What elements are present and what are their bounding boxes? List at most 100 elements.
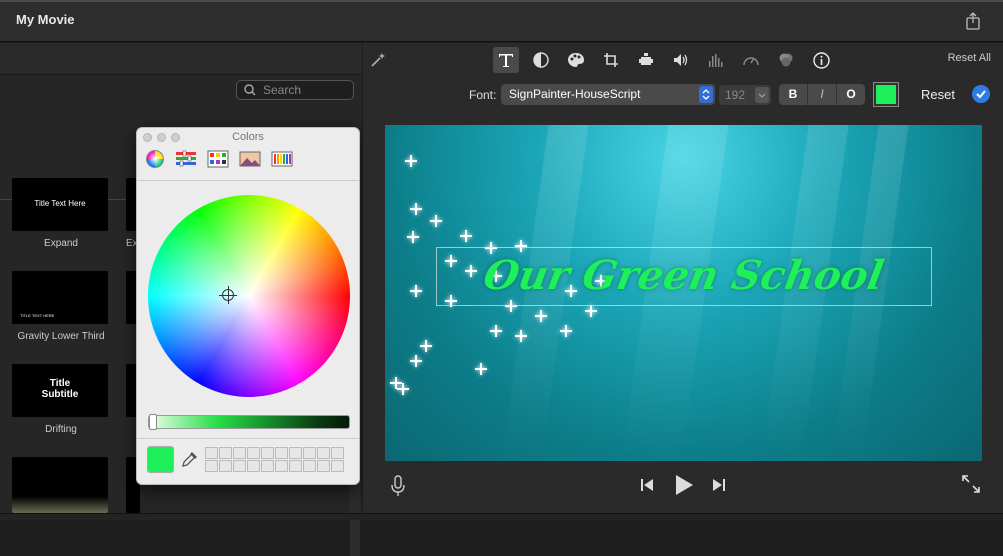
pencils-tab-icon[interactable] — [271, 149, 293, 169]
chevron-down-icon[interactable] — [755, 87, 769, 103]
swatch-slot[interactable] — [303, 447, 316, 459]
skip-back-icon[interactable] — [640, 478, 654, 492]
apply-checkmark-icon[interactable] — [972, 85, 990, 103]
sparkle — [490, 325, 502, 337]
sparkle — [410, 355, 422, 367]
sparkle — [560, 325, 572, 337]
brightness-slider-knob[interactable] — [149, 414, 157, 430]
filter-circles-icon — [779, 53, 793, 67]
clip-info-button[interactable] — [808, 47, 834, 73]
movie-title-text[interactable]: Our Green School — [385, 247, 982, 305]
text-color-well[interactable] — [873, 82, 899, 107]
sparkle — [430, 215, 442, 227]
swatch-slot[interactable] — [317, 447, 330, 459]
brightness-slider[interactable] — [148, 415, 350, 429]
image-palettes-tab-icon[interactable] — [239, 149, 261, 169]
colors-panel: Colors — [136, 127, 360, 485]
search-input[interactable]: Search — [236, 80, 354, 100]
current-color-swatch[interactable] — [147, 446, 174, 473]
swatch-slot[interactable] — [261, 447, 274, 459]
title-thumbnail-expand[interactable]: Title Text Here — [12, 178, 108, 231]
divider — [137, 180, 359, 181]
magic-wand-icon[interactable] — [369, 51, 387, 69]
swatch-slot[interactable] — [275, 460, 288, 472]
clip-filter-button[interactable] — [773, 47, 799, 73]
swatch-slot[interactable] — [219, 460, 232, 472]
sparkle — [515, 330, 527, 342]
crop-button[interactable] — [598, 47, 624, 73]
title-thumbnail-gravity-lower-third[interactable]: TITLE TEXT HERE — [12, 271, 108, 324]
window-title: My Movie — [16, 12, 75, 27]
play-icon[interactable] — [674, 474, 694, 496]
sparkle — [420, 340, 432, 352]
color-wheel-tab-icon[interactable] — [144, 149, 166, 169]
sparkle — [397, 383, 409, 395]
video-preview[interactable]: Our Green School — [385, 125, 982, 461]
chevron-updown-icon — [699, 86, 713, 103]
viewer-pane: Reset All Font: SignPainter-HouseScript … — [363, 43, 1003, 513]
outline-button[interactable]: O — [836, 84, 865, 105]
color-balance-button[interactable] — [528, 47, 554, 73]
color-picker-crosshair[interactable] — [219, 286, 237, 304]
title-thumbnail[interactable] — [12, 457, 108, 513]
video-camera-icon — [639, 53, 653, 65]
saved-swatches[interactable] — [205, 447, 344, 472]
swatch-slot[interactable] — [303, 460, 316, 472]
title-thumbnail-drifting[interactable]: Title Subtitle — [12, 364, 108, 417]
text-color-fill — [876, 85, 896, 104]
reset-all-button[interactable]: Reset All — [948, 52, 991, 64]
skip-forward-icon[interactable] — [712, 478, 726, 492]
font-size-field[interactable]: 192 — [719, 85, 771, 105]
swatch-slot[interactable] — [331, 447, 344, 459]
swatch-slot[interactable] — [219, 447, 232, 459]
swatch-slot[interactable] — [289, 460, 302, 472]
italic-button[interactable]: I — [807, 84, 836, 105]
font-label: Font: — [469, 88, 497, 102]
palette-icon — [568, 53, 584, 67]
sparkle — [405, 155, 417, 167]
stabilization-button[interactable] — [633, 47, 659, 73]
color-wheel[interactable] — [148, 195, 350, 397]
swatch-slot[interactable] — [289, 447, 302, 459]
reset-button[interactable]: Reset — [921, 87, 955, 102]
color-palettes-tab-icon[interactable] — [207, 149, 229, 169]
font-select[interactable]: SignPainter-HouseScript — [501, 84, 715, 105]
volume-button[interactable] — [668, 47, 694, 73]
adjustment-toolbar — [493, 47, 843, 73]
text-style-group: B I O — [779, 84, 865, 105]
timeline-edge — [0, 513, 1003, 520]
sparkle — [460, 230, 472, 242]
eyedropper-icon[interactable] — [181, 450, 199, 468]
swatch-slot[interactable] — [247, 460, 260, 472]
sparkle — [410, 203, 422, 215]
swatch-slot[interactable] — [205, 460, 218, 472]
swatch-slot[interactable] — [261, 460, 274, 472]
text-t-icon — [499, 54, 513, 67]
title-label: Drifting — [45, 424, 77, 435]
title-label: Expand — [44, 238, 78, 249]
microphone-icon[interactable] — [391, 475, 405, 497]
swatch-slot[interactable] — [247, 447, 260, 459]
color-balance-icon — [533, 52, 549, 68]
color-correction-button[interactable] — [563, 47, 589, 73]
swatch-slot[interactable] — [317, 460, 330, 472]
equalizer-icon — [709, 54, 723, 67]
sparkle — [585, 305, 597, 317]
swatch-slot[interactable] — [233, 460, 246, 472]
titles-button[interactable] — [493, 47, 519, 73]
thumbnail-text: Title Subtitle — [41, 378, 79, 400]
swatch-slot[interactable] — [205, 447, 218, 459]
speaker-icon — [674, 54, 688, 66]
swatch-slot[interactable] — [233, 447, 246, 459]
speed-button[interactable] — [738, 47, 764, 73]
fullscreen-icon[interactable] — [962, 475, 980, 493]
speedometer-icon — [743, 57, 759, 66]
sparkle — [475, 363, 487, 375]
color-sliders-tab-icon[interactable] — [175, 149, 197, 169]
bold-button[interactable]: B — [779, 84, 807, 105]
search-icon — [244, 84, 256, 96]
swatch-slot[interactable] — [275, 447, 288, 459]
noise-reduction-button[interactable] — [703, 47, 729, 73]
share-icon[interactable] — [965, 12, 981, 30]
swatch-slot[interactable] — [331, 460, 344, 472]
